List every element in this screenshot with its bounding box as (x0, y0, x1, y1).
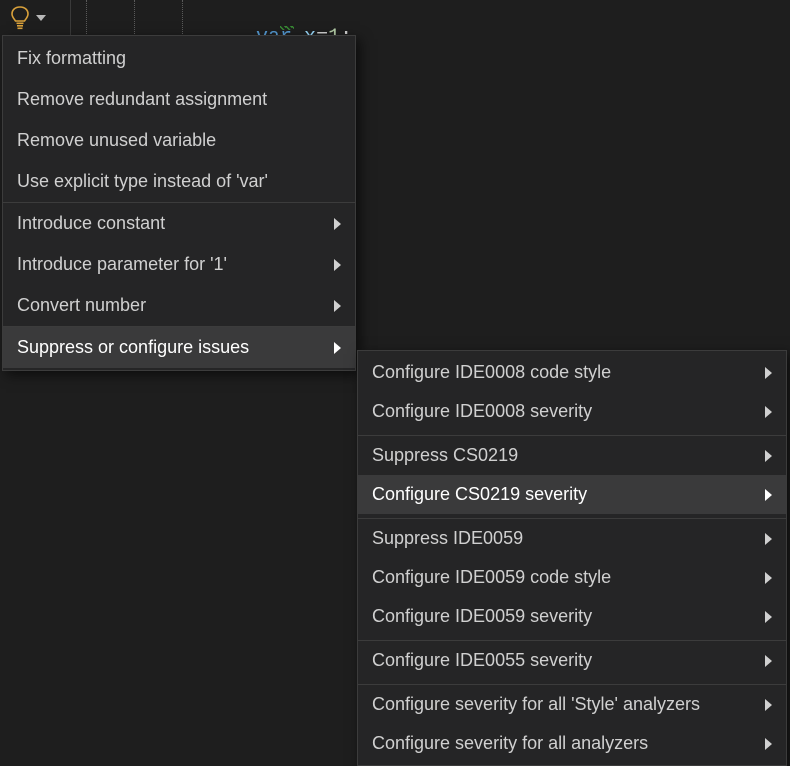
suppress-configure-item-label: Configure CS0219 severity (372, 484, 587, 505)
code-squiggle (280, 26, 294, 30)
quick-actions-item-label: Use explicit type instead of 'var' (17, 171, 268, 192)
quick-actions-item-label: Remove redundant assignment (17, 89, 267, 110)
suppress-configure-item-label: Suppress IDE0059 (372, 528, 523, 549)
quick-actions-item[interactable]: Fix formatting (3, 38, 355, 79)
chevron-right-icon (765, 655, 772, 667)
suppress-configure-item[interactable]: Configure IDE0059 severity (358, 597, 786, 636)
editor-top-strip (0, 0, 790, 35)
quick-actions-item-label: Remove unused variable (17, 130, 216, 151)
quick-actions-item[interactable]: Remove unused variable (3, 120, 355, 161)
chevron-right-icon (334, 259, 341, 271)
suppress-configure-item[interactable]: Configure severity for all 'Style' analy… (358, 684, 786, 724)
lightbulb-button[interactable] (0, 0, 60, 35)
indent-guide (182, 0, 183, 34)
suppress-configure-item[interactable]: Configure CS0219 severity (358, 475, 786, 514)
suppress-configure-item-label: Configure IDE0008 severity (372, 401, 592, 422)
quick-actions-item-label: Fix formatting (17, 48, 126, 69)
indent-guide (86, 0, 87, 34)
chevron-right-icon (765, 489, 772, 501)
quick-actions-item[interactable]: Introduce constant (3, 203, 355, 244)
indent-guide (134, 0, 135, 34)
chevron-down-icon (36, 15, 46, 21)
suppress-configure-item-label: Configure IDE0059 severity (372, 606, 592, 627)
quick-actions-item[interactable]: Remove redundant assignment (3, 79, 355, 120)
chevron-right-icon (765, 699, 772, 711)
suppress-configure-item[interactable]: Configure severity for all analyzers (358, 724, 786, 763)
suppress-configure-item[interactable]: Suppress IDE0059 (358, 518, 786, 558)
quick-actions-menu: Fix formatting Remove redundant assignmen… (2, 35, 356, 371)
chevron-right-icon (334, 300, 341, 312)
quick-actions-item[interactable]: Use explicit type instead of 'var' (3, 161, 355, 203)
chevron-right-icon (765, 367, 772, 379)
quick-actions-item[interactable]: Convert number (3, 285, 355, 327)
suppress-configure-item[interactable]: Configure IDE0059 code style (358, 558, 786, 597)
gutter-edge (70, 0, 71, 35)
suppress-configure-item-label: Configure severity for all 'Style' analy… (372, 694, 700, 715)
suppress-configure-item[interactable]: Configure IDE0008 code style (358, 353, 786, 392)
chevron-right-icon (765, 572, 772, 584)
suppress-configure-item-label: Suppress CS0219 (372, 445, 518, 466)
suppress-configure-submenu: Configure IDE0008 code style Configure ID… (357, 350, 787, 766)
quick-actions-item-label: Suppress or configure issues (17, 337, 249, 358)
chevron-right-icon (334, 218, 341, 230)
lightbulb-icon (10, 6, 30, 30)
suppress-configure-item-label: Configure severity for all analyzers (372, 733, 648, 754)
suppress-configure-item[interactable]: Suppress CS0219 (358, 435, 786, 475)
quick-actions-item[interactable]: Suppress or configure issues (3, 327, 355, 368)
quick-actions-item-label: Introduce parameter for '1' (17, 254, 227, 275)
suppress-configure-item[interactable]: Configure IDE0055 severity (358, 640, 786, 680)
chevron-right-icon (765, 533, 772, 545)
suppress-configure-item-label: Configure IDE0059 code style (372, 567, 611, 588)
suppress-configure-item-label: Configure IDE0055 severity (372, 650, 592, 671)
quick-actions-item[interactable]: Introduce parameter for '1' (3, 244, 355, 285)
chevron-right-icon (765, 738, 772, 750)
chevron-right-icon (765, 611, 772, 623)
suppress-configure-item-label: Configure IDE0008 code style (372, 362, 611, 383)
quick-actions-item-label: Introduce constant (17, 213, 165, 234)
chevron-right-icon (765, 406, 772, 418)
chevron-right-icon (334, 342, 341, 354)
chevron-right-icon (765, 450, 772, 462)
suppress-configure-item[interactable]: Configure IDE0008 severity (358, 392, 786, 431)
quick-actions-item-label: Convert number (17, 295, 146, 316)
